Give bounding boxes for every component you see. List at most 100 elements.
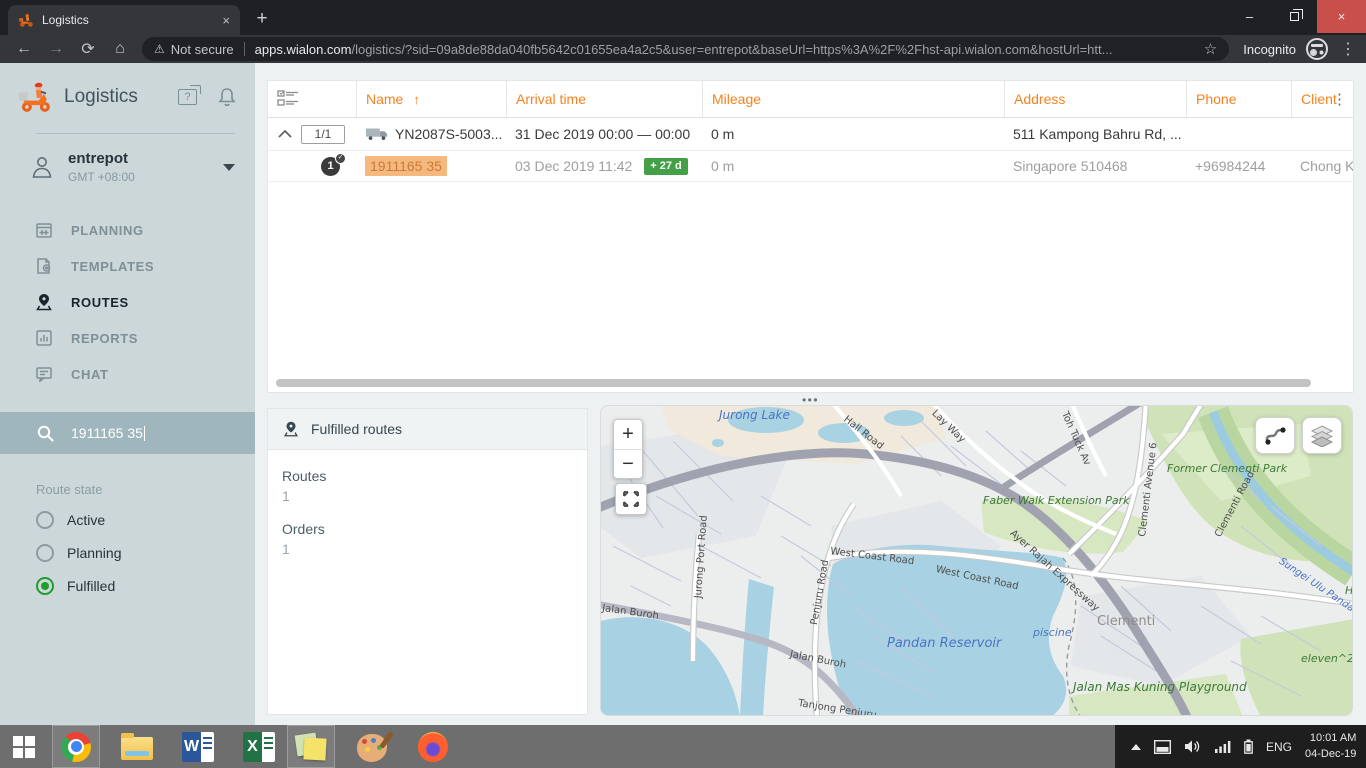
map-zoom-control: + − [613,419,643,479]
back-icon[interactable]: ← [8,40,40,58]
stat-label: Routes [282,468,573,484]
column-header-mileage[interactable]: Mileage [702,81,1004,117]
forward-icon[interactable]: → [40,40,72,58]
sidebar-nav: PLANNING TEMPLATES ROUTES REPORTS CHAT [0,212,255,392]
text-cursor [144,426,145,441]
route-name: YN2087S-5003... [395,126,502,142]
start-button[interactable] [0,725,48,768]
sidebar-item-label: CHAT [71,367,109,382]
route-pin-icon [34,292,54,312]
notifications-bell-icon[interactable] [217,86,237,108]
user-info: entrepot GMT +08:00 [68,150,209,184]
map-label-jalan-mas-kuning-playground: Jalan Mas Kuning Playground [1073,680,1247,694]
network-signal-icon[interactable] [1215,740,1231,753]
sidebar: Logistics ? entrepot GMT +08:00 PLANNING [0,63,255,725]
clock[interactable]: 10:01 AM 04-Dec-19 [1305,731,1358,763]
logistics-logo-icon [14,79,56,115]
order-row[interactable]: 1 ✓ 1911165 35 03 Dec 2019 11:42 + 27 d … [268,151,1353,182]
minimize-button[interactable]: – [1227,0,1272,33]
sidebar-item-routes[interactable]: ROUTES [0,284,255,320]
column-header-address[interactable]: Address [1004,81,1186,117]
home-icon[interactable]: ⌂ [104,40,136,58]
fulfilled-routes-panel: Fulfilled routes Routes 1 Orders 1 [267,408,588,715]
route-arrival: 31 Dec 2019 00:00 — 00:00 [506,118,702,150]
collapse-chevron-icon[interactable] [277,129,293,139]
order-arrival: 03 Dec 2019 11:42 [515,158,632,174]
language-indicator[interactable]: ENG [1266,740,1292,754]
radio-label: Fulfilled [67,578,115,594]
radio-circle [36,544,54,562]
column-header-phone[interactable]: Phone [1186,81,1291,117]
route-state-label: Route state [36,482,255,497]
order-controls: 1 ✓ [268,151,356,181]
order-marker: 1 ✓ [321,157,340,176]
taskbar-firefox-button[interactable] [409,725,457,768]
security-label[interactable]: Not secure [171,42,234,57]
route-group-row[interactable]: 1/1 YN2087S-5003... 31 Dec 2019 00:00 — … [268,118,1353,151]
route-line-button[interactable] [1255,417,1295,454]
screen: Logistics × + – × ← → ⟳ ⌂ ⚠ Not secure a… [0,0,1366,768]
radio-circle-checked [36,577,54,595]
radio-active[interactable]: Active [36,510,255,530]
sidebar-item-templates[interactable]: TEMPLATES [0,248,255,284]
help-icon[interactable]: ? [178,89,197,105]
map-label-faber-walk-extension-park: Faber Walk Extension Park [983,494,1130,507]
map-layers-button[interactable] [1302,417,1342,454]
chrome-icon [61,732,91,762]
route-search-input[interactable]: 1911165 35 [0,412,255,454]
zoom-in-button[interactable]: + [614,420,642,449]
battery-icon[interactable] [1244,739,1253,754]
panel-title: Fulfilled routes [311,421,402,437]
reload-icon[interactable]: ⟳ [72,39,104,59]
sidebar-item-chat[interactable]: CHAT [0,356,255,392]
divider [244,42,245,56]
list-settings-icon [277,90,299,108]
taskbar-sticky-notes-button[interactable] [287,725,335,768]
close-button[interactable]: × [1317,0,1366,33]
favicon-scooter-icon [18,12,34,28]
new-tab-button[interactable]: + [248,5,276,33]
browser-menu-icon[interactable]: ⋮ [1338,39,1358,59]
tray-expand-icon[interactable] [1131,744,1141,750]
user-menu[interactable]: entrepot GMT +08:00 [0,134,255,198]
table-menu-icon[interactable]: ⋮ [1332,90,1347,108]
fullscreen-button[interactable] [615,483,647,515]
radio-circle [36,511,54,529]
radio-planning[interactable]: Planning [36,543,255,563]
column-header-name[interactable]: Name↑ [356,81,506,117]
map[interactable]: Jurong Lake Hall Road Lay Way Toh Tuck A… [600,405,1353,716]
map-label-clementi: Clementi [1097,614,1155,629]
taskbar: W X ENG 10:01 AM 04-Dec-19 [0,725,1366,768]
horizontal-scrollbar[interactable] [276,379,1311,387]
column-header-arrival-time[interactable]: Arrival time [506,81,702,117]
system-tray: ENG 10:01 AM 04-Dec-19 [1115,725,1366,768]
sidebar-item-reports[interactable]: REPORTS [0,320,255,356]
order-name-cell: 1911165 35 [356,151,506,181]
column-select-header[interactable] [268,81,356,117]
tray-window-icon[interactable] [1154,740,1171,754]
radio-fulfilled[interactable]: Fulfilled [36,576,255,596]
taskbar-chrome-button[interactable] [52,725,100,768]
order-phone: +96984244 [1186,151,1291,181]
truck-icon [365,127,389,141]
map-canvas [601,406,1353,716]
bookmark-star-icon[interactable]: ☆ [1204,40,1217,58]
taskbar-word-button[interactable]: W [174,725,222,768]
taskbar-explorer-button[interactable] [113,725,161,768]
table-header: Name↑ Arrival time Mileage Address Phone… [268,81,1353,118]
clock-date: 04-Dec-19 [1305,747,1356,763]
check-badge-icon: ✓ [335,153,346,164]
taskbar-paint-button[interactable] [348,725,396,768]
sidebar-item-planning[interactable]: PLANNING [0,212,255,248]
taskbar-excel-button[interactable]: X [235,725,283,768]
address-bar[interactable]: ⚠ Not secure apps.wialon.com/logistics/?… [142,37,1229,61]
restore-button[interactable] [1272,0,1317,33]
url-path: /logistics/?sid=09a8de88da040fb5642c0165… [351,42,1112,57]
browser-tab[interactable]: Logistics × [8,5,240,35]
route-state-filter: Route state Active Planning Fulfilled [0,482,255,596]
route-mileage: 0 m [702,118,1004,150]
panel-resize-handle[interactable]: ••• [255,396,1366,404]
volume-icon[interactable] [1184,739,1202,754]
zoom-out-button[interactable]: − [614,449,642,478]
tab-close-icon[interactable]: × [222,13,230,28]
